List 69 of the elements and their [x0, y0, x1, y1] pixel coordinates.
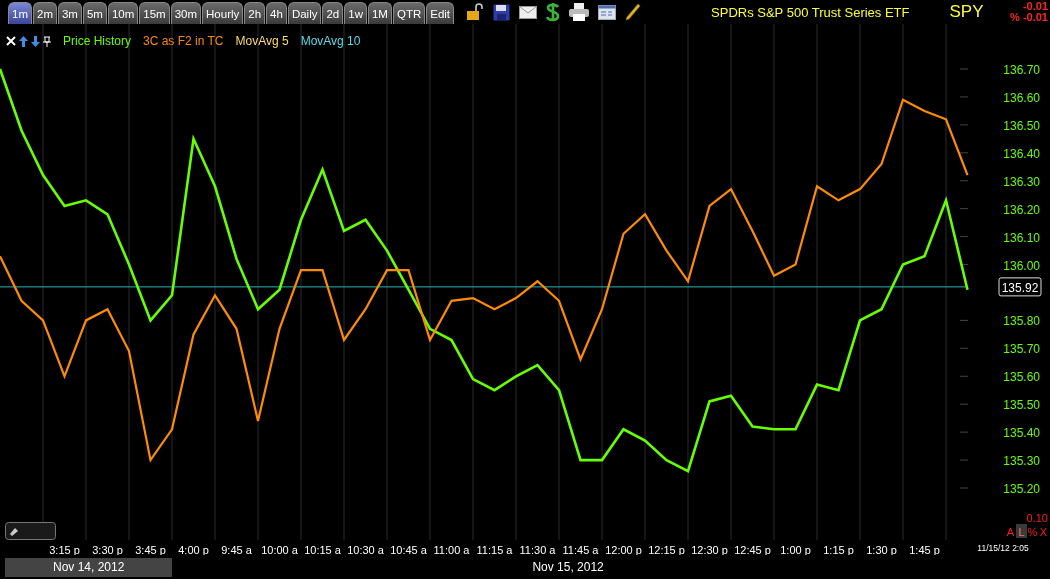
timeframe-tab[interactable]: Daily: [287, 2, 322, 24]
window-icon[interactable]: [598, 4, 617, 20]
timeframe-tab[interactable]: 2m: [33, 2, 57, 24]
price-change: -0.01: [1022, 1, 1048, 12]
brush-button[interactable]: [5, 522, 56, 540]
scale-toggle[interactable]: A: [1006, 526, 1015, 538]
timeframe-tab[interactable]: 1w: [344, 2, 367, 24]
save-icon[interactable]: [493, 3, 511, 21]
legend-label[interactable]: 3C as F2 in TC: [143, 34, 224, 48]
x-axis-label: 11:00 a: [433, 544, 470, 555]
date-label: Nov 15, 2012: [532, 558, 604, 576]
y-axis-label: 135.60: [1003, 370, 1040, 385]
y-axis-label: 135.20: [1003, 482, 1040, 496]
y-axis-label: 136.50: [1003, 118, 1040, 133]
close-icon[interactable]: [6, 36, 16, 46]
percent-change: % -0.01: [1010, 12, 1048, 23]
scale-value: 0.10: [1026, 512, 1048, 524]
scale-toggle[interactable]: L: [1016, 524, 1027, 538]
y-axis-label: 136.30: [1003, 174, 1040, 189]
x-axis-label: 10:15 a: [304, 544, 341, 555]
mail-icon[interactable]: [519, 5, 538, 19]
security-name: SPDRs S&P 500 Trust Series ETF: [711, 4, 910, 20]
scale-toggle[interactable]: X: [1039, 526, 1048, 538]
y-axis-label: 136.20: [1003, 202, 1040, 217]
timeframe-tab[interactable]: 15m: [139, 2, 170, 24]
timeframe-tab[interactable]: 4h: [266, 2, 287, 24]
last-price-label: 135.92: [998, 277, 1042, 297]
y-axis-label: 135.40: [1003, 426, 1040, 441]
y-axis-label: 136.60: [1003, 90, 1040, 105]
legend-label[interactable]: Price History: [63, 34, 131, 48]
ticker-symbol: SPY: [949, 2, 984, 22]
y-axis-label: 135.70: [1003, 342, 1040, 357]
y-axis-label: 135.30: [1003, 454, 1040, 469]
legend-label[interactable]: MovAvg 10: [300, 34, 361, 48]
timeframe-tab[interactable]: Edit: [426, 2, 455, 24]
timeframe-tab[interactable]: 2h: [244, 2, 266, 24]
dollar-icon[interactable]: [546, 2, 561, 22]
legend-label[interactable]: MovAvg 5: [235, 34, 289, 48]
lock-icon[interactable]: [466, 3, 485, 21]
x-axis-label: 10:00 a: [261, 544, 298, 555]
down-arrow-icon[interactable]: [31, 35, 40, 47]
timeframe-tab[interactable]: 10m: [107, 2, 139, 24]
up-arrow-icon[interactable]: [19, 35, 28, 47]
x-axis-label: 11:15 a: [476, 544, 513, 555]
y-axis-label: 136.10: [1003, 230, 1040, 245]
x-axis-label: 10:45 a: [390, 544, 427, 555]
pin-icon[interactable]: [43, 35, 51, 47]
y-axis-label: 135.80: [1003, 314, 1040, 329]
timeframe-tab[interactable]: Hourly: [202, 2, 244, 24]
x-axis-label: 10:30 a: [347, 544, 384, 555]
timeframe-tab[interactable]: 1M: [367, 2, 392, 24]
timeframe-tab[interactable]: QTR: [392, 2, 426, 24]
pencil-icon[interactable]: [625, 3, 642, 21]
timeframe-tab[interactable]: 30m: [170, 2, 202, 24]
timeframe-tab[interactable]: 1m: [8, 2, 32, 24]
timeframe-tab[interactable]: 5m: [82, 2, 107, 24]
x-axis-label: 11:45 a: [562, 544, 599, 555]
y-axis-label: 136.00: [1003, 258, 1040, 273]
y-axis-label: 136.40: [1003, 146, 1040, 161]
printer-icon[interactable]: [569, 3, 590, 21]
timeframe-tab[interactable]: 3m: [57, 2, 82, 24]
x-axis-label: 11:30 a: [519, 544, 556, 555]
date-label: Nov 14, 2012: [5, 557, 173, 577]
scale-toggle[interactable]: %: [1027, 526, 1038, 538]
timeframe-tab[interactable]: 2d: [322, 2, 344, 24]
y-axis-label: 136.70: [1003, 63, 1040, 77]
y-axis-label: 135.50: [1003, 398, 1040, 413]
x-axis-label: 9:45 a: [221, 544, 252, 555]
timestamp: 11/15/12 2:05: [977, 543, 1029, 553]
